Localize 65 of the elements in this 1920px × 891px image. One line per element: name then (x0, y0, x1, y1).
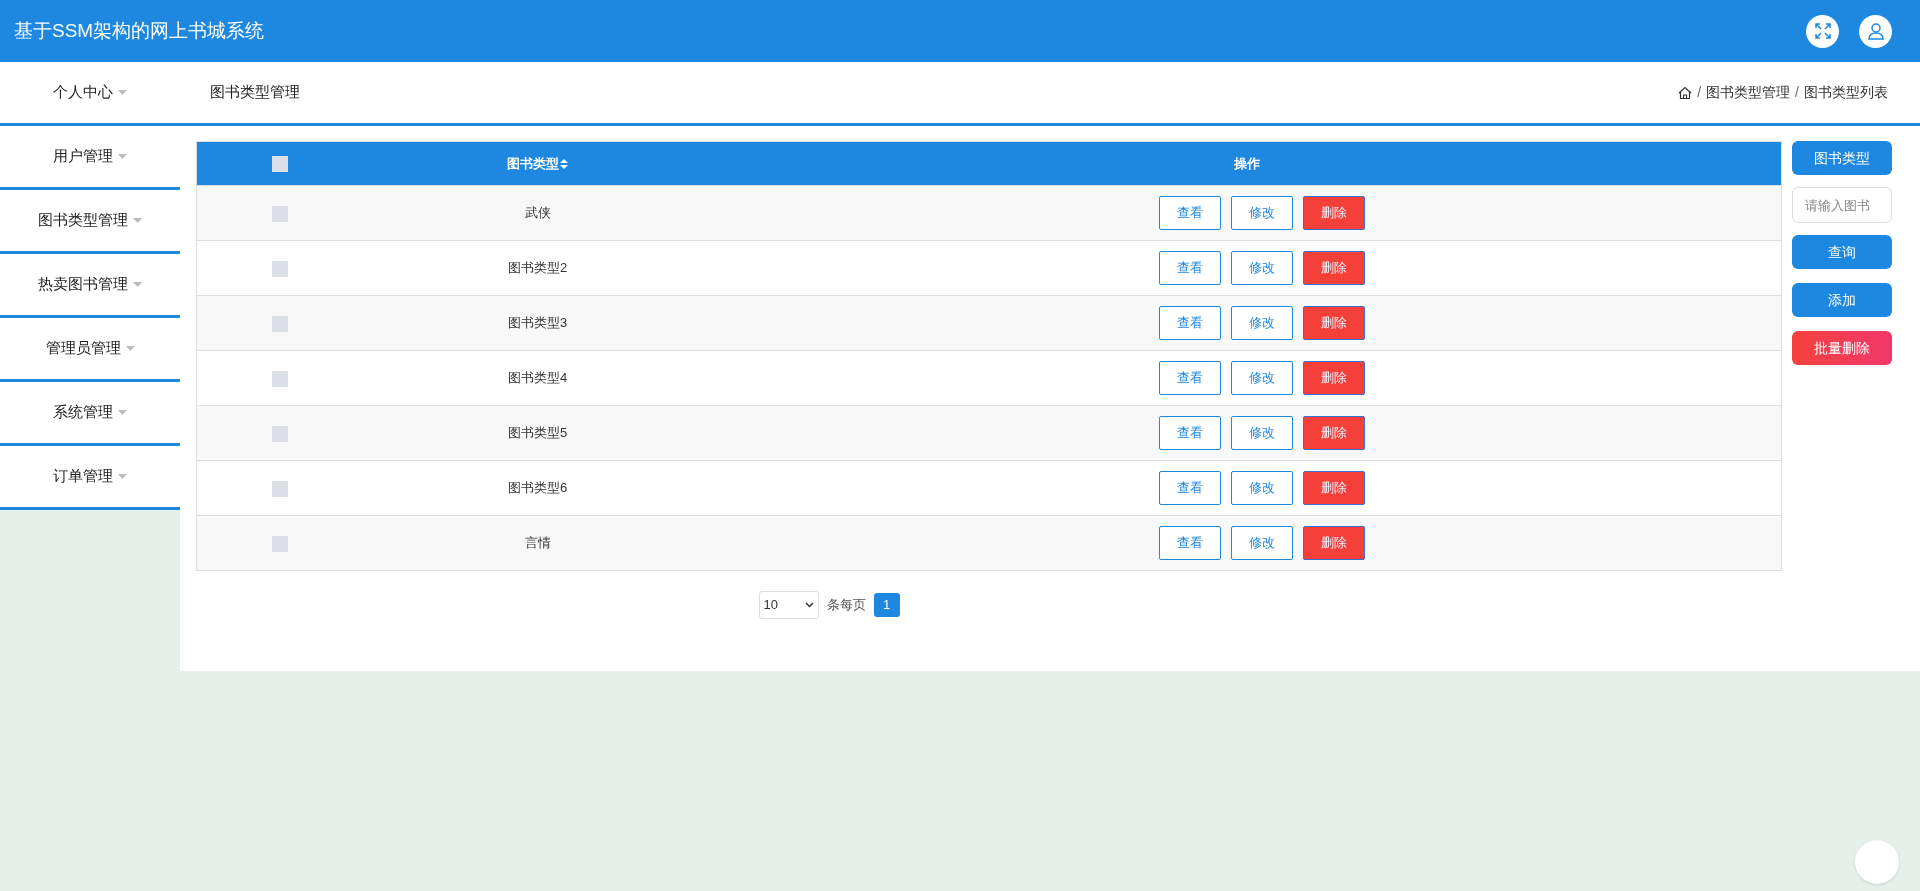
view-button[interactable]: 查看 (1158, 526, 1221, 560)
select-all-checkbox[interactable] (271, 156, 288, 173)
page-title: 图书类型管理 (210, 82, 300, 103)
row-checkbox[interactable] (271, 535, 288, 552)
view-button[interactable]: 查看 (1158, 471, 1221, 505)
page-size-label: 条每页 (826, 596, 866, 615)
delete-button[interactable]: 删除 (1302, 196, 1365, 230)
breadcrumb-separator: / (1697, 83, 1702, 102)
fullscreen-icon[interactable] (1806, 14, 1839, 48)
edit-button[interactable]: 修改 (1230, 251, 1293, 285)
edit-button[interactable]: 修改 (1230, 526, 1293, 560)
caret-icon (118, 474, 127, 479)
table-cell: 图书类型6 (362, 460, 713, 516)
column-header: 操作 (1233, 155, 1260, 171)
row-checkbox[interactable] (271, 260, 288, 277)
breadcrumb-separator: / (1795, 83, 1799, 102)
page-size-select[interactable]: 10 (758, 591, 819, 619)
row-checkbox[interactable] (271, 370, 288, 387)
caret-icon (133, 282, 142, 287)
view-button[interactable]: 查看 (1158, 416, 1221, 450)
edit-button[interactable]: 修改 (1230, 361, 1293, 395)
table-cell: 武侠 (362, 185, 713, 241)
edit-button[interactable]: 修改 (1230, 196, 1293, 230)
delete-button[interactable]: 删除 (1302, 416, 1365, 450)
view-button[interactable]: 查看 (1158, 196, 1221, 230)
delete-button[interactable]: 删除 (1302, 471, 1365, 505)
back-to-top-button[interactable] (1855, 840, 1899, 884)
row-checkbox[interactable] (271, 315, 288, 332)
table-cell: 图书类型2 (362, 240, 713, 296)
delete-button[interactable]: 删除 (1302, 526, 1365, 560)
caret-icon (133, 218, 142, 223)
caret-icon (118, 90, 127, 95)
user-icon[interactable] (1859, 14, 1892, 48)
delete-button[interactable]: 删除 (1302, 306, 1365, 340)
delete-button[interactable]: 删除 (1302, 361, 1365, 395)
table-cell: 言情 (362, 515, 713, 571)
batch-delete-button[interactable]: 批量删除 (1792, 331, 1892, 365)
table-cell: 图书类型3 (362, 295, 713, 351)
column-header[interactable]: 图书类型 (507, 153, 568, 174)
caret-icon (125, 346, 135, 351)
row-checkbox[interactable] (271, 425, 288, 442)
home-icon[interactable] (1678, 85, 1693, 100)
table-cell: 图书类型4 (362, 350, 713, 406)
panel-button[interactable]: 查询 (1792, 235, 1892, 269)
field-label: 图书类型 (1792, 141, 1892, 175)
page-button[interactable]: 1 (873, 593, 900, 617)
view-button[interactable]: 查看 (1158, 361, 1221, 395)
row-checkbox[interactable] (271, 480, 288, 497)
view-button[interactable]: 查看 (1158, 251, 1221, 285)
panel-button[interactable]: 添加 (1792, 283, 1892, 317)
caret-icon (118, 154, 127, 159)
sort-icon[interactable] (560, 158, 568, 169)
search-field[interactable]: 请输入图书 (1792, 187, 1892, 223)
table-cell: 图书类型5 (362, 405, 713, 461)
edit-button[interactable]: 修改 (1230, 471, 1293, 505)
caret-icon (118, 410, 127, 415)
breadcrumb-item[interactable]: 图书类型管理 (1706, 82, 1791, 103)
chevron-icon (804, 602, 814, 608)
row-checkbox[interactable] (271, 205, 288, 222)
app-title: 基于SSM架构的网上书城系统 (14, 18, 265, 43)
edit-button[interactable]: 修改 (1230, 306, 1293, 340)
delete-button[interactable]: 删除 (1302, 251, 1365, 285)
view-button[interactable]: 查看 (1158, 306, 1221, 340)
edit-button[interactable]: 修改 (1230, 416, 1293, 450)
breadcrumb-item[interactable]: 图书类型列表 (1804, 82, 1888, 103)
